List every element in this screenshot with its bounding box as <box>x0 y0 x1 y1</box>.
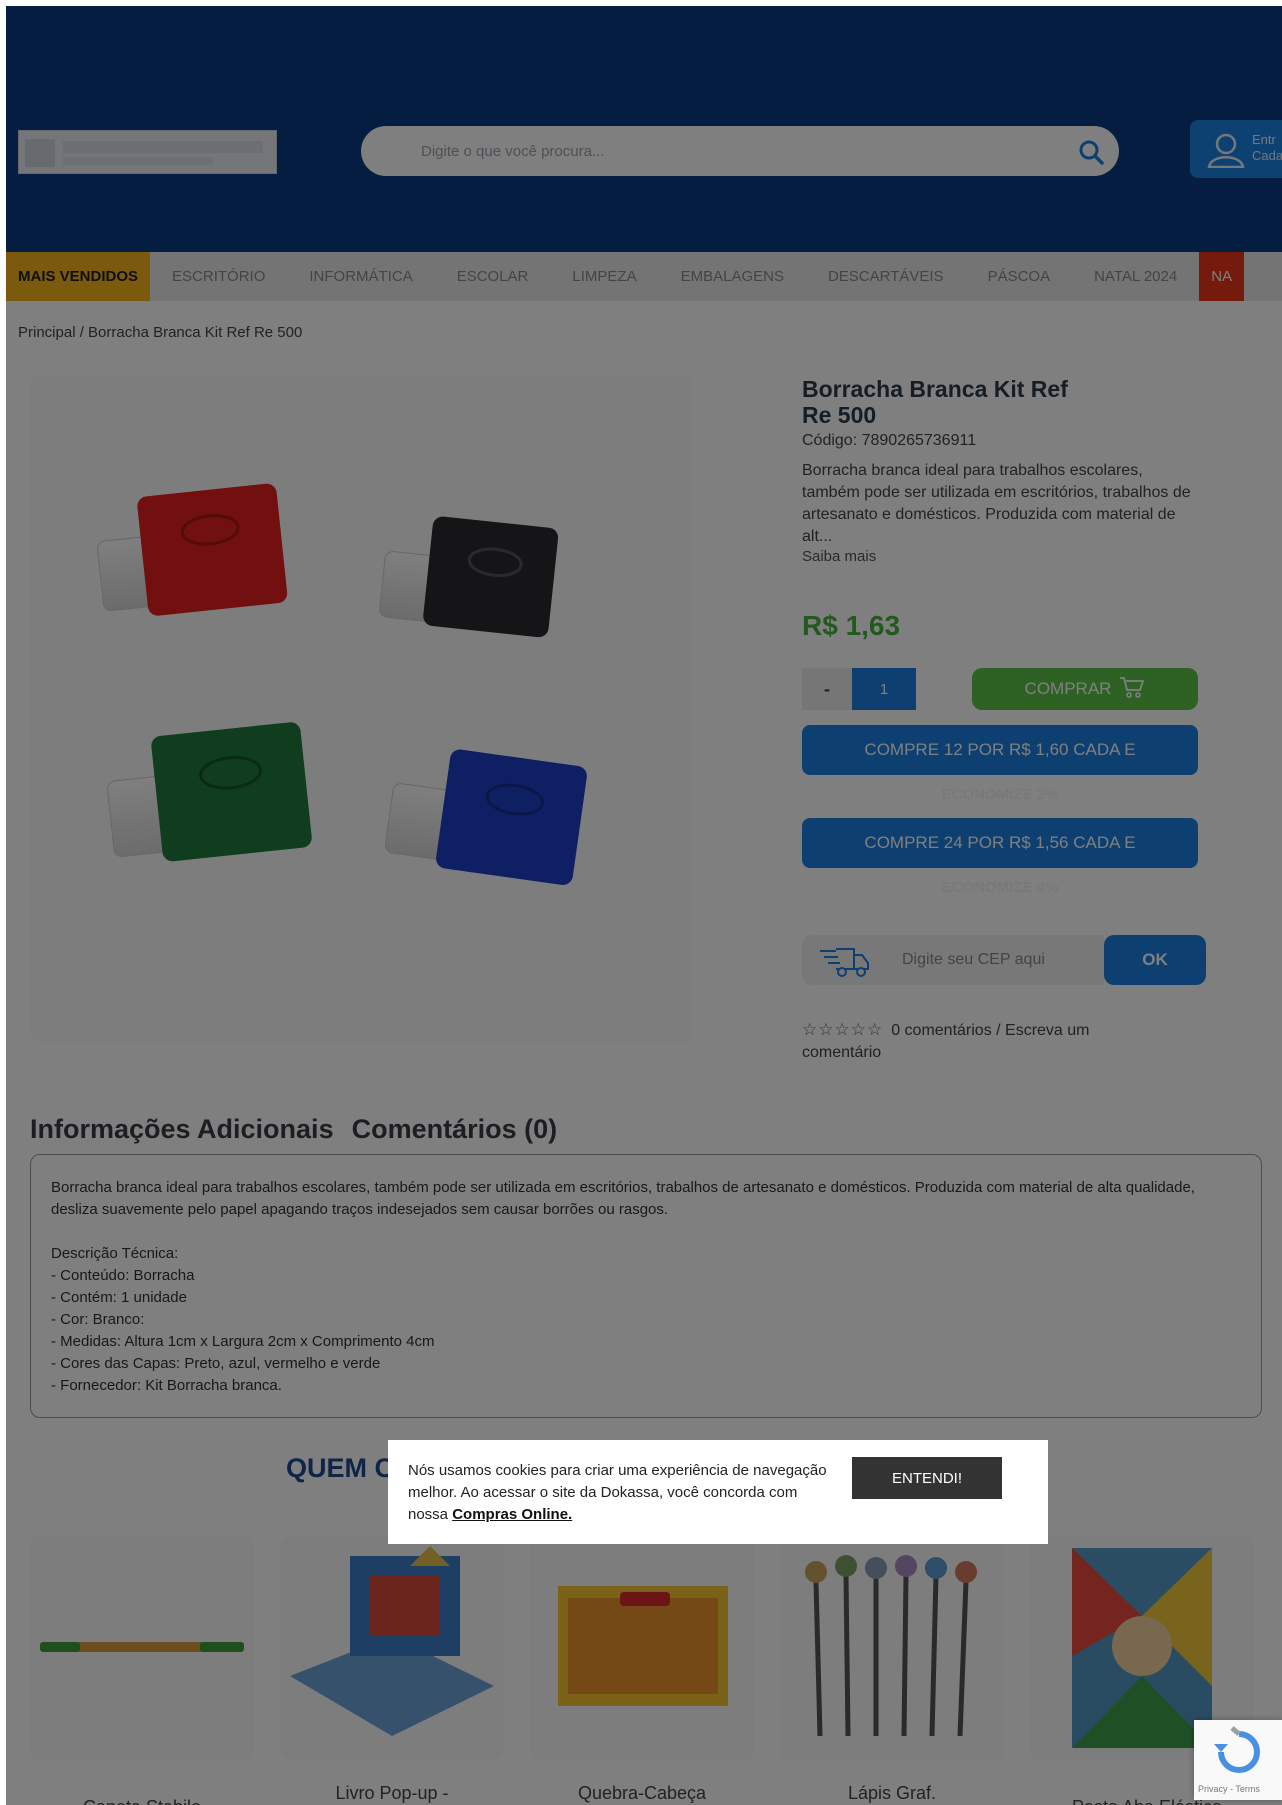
cookie-policy-link[interactable]: Compras Online. <box>452 1506 572 1523</box>
product-price: R$ 1,63 <box>802 610 901 641</box>
tab-additional-info[interactable]: Informações Adicionais <box>30 1114 334 1145</box>
nav-item-embalagens[interactable]: EMBALAGENS <box>659 252 806 301</box>
product-details: Borracha branca ideal para trabalhos esc… <box>30 1154 1262 1418</box>
tech-line: - Conteúdo: Borracha <box>51 1267 195 1284</box>
user-icon <box>1206 132 1246 169</box>
nav-item-natal-extra[interactable]: NA <box>1199 252 1245 301</box>
breadcrumb-current: Borracha Branca Kit Ref Re 500 <box>88 324 303 341</box>
tech-line: - Cores das Capas: Preto, azul, vermelho… <box>51 1355 381 1372</box>
quantity-input[interactable] <box>852 668 916 710</box>
buy-button[interactable]: COMPRAR <box>972 668 1198 710</box>
cart-icon <box>1119 675 1145 704</box>
bundle-12-button[interactable]: COMPRE 12 POR R$ 1,60 CADA E <box>802 725 1198 775</box>
tech-title: Descrição Técnica: <box>51 1245 179 1262</box>
eraser-black <box>379 516 559 638</box>
bundle-24-savings: ECONOMIZE 4% <box>941 879 1059 896</box>
related-section-title: QUEM C <box>286 1453 394 1483</box>
product-short-description: Borracha branca ideal para trabalhos esc… <box>802 462 1191 545</box>
product-title: Borracha Branca Kit Ref Re 500 <box>802 376 1068 428</box>
nav-item-informatica[interactable]: INFORMÁTICA <box>287 252 434 301</box>
product-card-name[interactable]: Quebra-Cabeça <box>530 1782 754 1804</box>
site-header: EntrCada <box>6 6 1282 252</box>
product-card-image[interactable] <box>280 1536 504 1760</box>
read-more-link[interactable]: Saiba mais <box>802 548 1202 565</box>
logo-mark <box>25 139 55 167</box>
cookie-accept-button[interactable]: ENTENDI! <box>852 1457 1002 1499</box>
breadcrumb-separator: / <box>79 324 84 341</box>
search-icon[interactable] <box>1077 138 1105 166</box>
bundle-12-savings: ECONOMIZE 2% <box>941 786 1059 803</box>
eraser-blue <box>384 749 587 885</box>
cep-input[interactable] <box>902 935 1092 985</box>
page: EntrCada MAIS VENDIDOS ESCRITÓRIO INFORM… <box>6 6 1282 1805</box>
product-card-name[interactable]: Livro Pop-up - <box>280 1782 504 1804</box>
account-button[interactable]: Entr Cada <box>1190 120 1282 178</box>
cookie-banner: Nós usamos cookies para criar uma experi… <box>388 1440 1048 1544</box>
search-bar <box>361 126 1119 176</box>
product-rating: ☆☆☆☆☆ 0 comentários / Escreva um comentár… <box>802 1019 1132 1064</box>
account-label-line1: Entr <box>1252 132 1276 147</box>
recaptcha-badge[interactable]: Privacy - Terms <box>1194 1720 1282 1800</box>
nav-item-limpeza[interactable]: LIMPEZA <box>550 252 658 301</box>
buy-button-label: COMPRAR <box>1024 679 1112 698</box>
tech-line: - Contém: 1 unidade <box>51 1289 187 1306</box>
tech-line: - Medidas: Altura 1cm x Largura 2cm x Co… <box>51 1333 435 1350</box>
eraser-green <box>107 722 312 862</box>
bundle-24-button[interactable]: COMPRE 24 POR R$ 1,56 CADA E <box>802 818 1198 868</box>
cep-ok-button[interactable]: OK <box>1104 935 1206 985</box>
logo-wordmark <box>63 141 263 153</box>
product-code: Código: 7890265736911 <box>802 432 977 449</box>
nav-item-escolar[interactable]: ESCOLAR <box>435 252 551 301</box>
product-tabs: Informações Adicionais Comentários (0) <box>30 1114 557 1145</box>
account-label-line2: Cada <box>1252 148 1282 163</box>
nav-item-descartaveis[interactable]: DESCARTÁVEIS <box>806 252 966 301</box>
breadcrumb-home[interactable]: Principal <box>18 324 76 341</box>
search-input[interactable] <box>391 126 1051 176</box>
tab-comments[interactable]: Comentários (0) <box>352 1114 558 1145</box>
recaptcha-terms[interactable]: Privacy - Terms <box>1198 1784 1260 1794</box>
product-card-name[interactable]: Caneta Stabilo <box>30 1796 254 1805</box>
site-logo[interactable] <box>18 130 277 174</box>
tech-line: - Fornecedor: Kit Borracha branca. <box>51 1377 282 1394</box>
nav-item-escritorio[interactable]: ESCRITÓRIO <box>150 252 287 301</box>
product-card-image[interactable] <box>30 1536 254 1760</box>
nav-item-pascoa[interactable]: PÁSCOA <box>966 252 1073 301</box>
star-rating-icon[interactable]: ☆☆☆☆☆ <box>802 1020 883 1039</box>
product-card-image[interactable] <box>530 1536 754 1760</box>
cookie-message: Nós usamos cookies para criar uma experi… <box>408 1460 828 1526</box>
product-info: Borracha Branca Kit Ref Re 500 Código: 7… <box>802 376 1202 565</box>
account-label: Entr Cada <box>1252 132 1282 164</box>
product-image[interactable] <box>30 376 692 1042</box>
delivery-truck-icon <box>816 945 876 979</box>
eraser-red <box>97 483 288 616</box>
nav-item-natal-2024[interactable]: NATAL 2024 <box>1072 252 1199 301</box>
tech-line: - Cor: Branco: <box>51 1311 145 1328</box>
logo-tagline <box>63 157 213 165</box>
details-paragraph: Borracha branca ideal para trabalhos esc… <box>51 1179 1195 1218</box>
breadcrumb: Principal / Borracha Branca Kit Ref Re 5… <box>18 324 302 341</box>
shipping-calculator <box>802 935 1104 985</box>
product-card-image[interactable] <box>780 1536 1004 1760</box>
product-card-name[interactable]: Lápis Graf. <box>780 1782 1004 1804</box>
category-nav: MAIS VENDIDOS ESCRITÓRIO INFORMÁTICA ESC… <box>6 252 1282 301</box>
quantity-decrease-button[interactable]: - <box>802 668 852 710</box>
nav-item-mais-vendidos[interactable]: MAIS VENDIDOS <box>6 252 151 301</box>
